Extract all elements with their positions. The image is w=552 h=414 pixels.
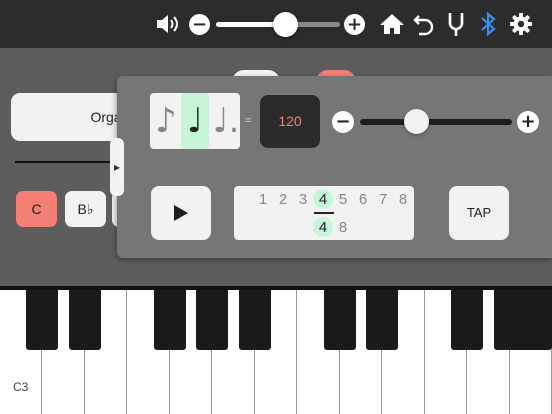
bluetooth-button[interactable] [479, 10, 497, 38]
note-value-selector: ♪ ♩ ♩. [150, 93, 240, 149]
tempo-display[interactable]: 120 [260, 95, 320, 148]
numerator-option[interactable]: 7 [374, 191, 392, 208]
black-key[interactable] [238, 290, 271, 350]
play-icon [174, 205, 188, 221]
undo-icon [413, 15, 434, 36]
tuning-fork-icon [448, 13, 464, 36]
numerator-option[interactable]: 3 [294, 191, 312, 208]
black-key[interactable] [366, 290, 399, 350]
denominator-option[interactable]: 8 [334, 219, 352, 236]
plus-icon: + [344, 13, 365, 35]
black-key[interactable] [68, 290, 101, 350]
speaker-icon[interactable] [155, 10, 182, 38]
bluetooth-icon [481, 11, 496, 37]
top-toolbar: − + [0, 0, 552, 48]
home-icon [380, 14, 404, 34]
volume-down-button[interactable]: − [189, 10, 210, 38]
chevron-right-icon: ▸ [113, 160, 121, 174]
key-button-c[interactable]: C [16, 191, 57, 227]
eighth-note-option[interactable]: ♪ [152, 93, 180, 149]
quarter-note-option[interactable]: ♩ [181, 93, 209, 149]
black-key[interactable] [26, 290, 59, 350]
key-button-b-flat[interactable]: B♭ [65, 191, 106, 227]
black-key[interactable] [323, 290, 356, 350]
time-signature-selector: 12345678 48 [234, 186, 414, 240]
tuner-button[interactable] [446, 10, 466, 38]
dotted-quarter-note-option[interactable]: ♩. [212, 93, 240, 149]
equals-sign: = [245, 115, 252, 127]
minus-icon: − [189, 13, 210, 35]
volume-up-button[interactable]: + [344, 10, 365, 38]
numerator-option[interactable]: 1 [254, 191, 272, 208]
metronome-collapse-handle[interactable]: ▸ [110, 138, 124, 196]
divider [15, 161, 115, 163]
settings-button[interactable] [509, 10, 533, 38]
numerator-option[interactable]: 2 [274, 191, 292, 208]
undo-button[interactable] [413, 10, 435, 38]
play-button[interactable] [151, 186, 211, 240]
numerator-option[interactable]: 5 [334, 191, 352, 208]
tempo-slider[interactable] [360, 119, 512, 125]
denominator-option[interactable]: 4 [314, 219, 332, 236]
numerator-option[interactable]: 4 [314, 191, 332, 208]
numerator-option[interactable]: 8 [394, 191, 412, 208]
tempo-increase-button[interactable]: + [517, 111, 539, 133]
black-key[interactable] [520, 290, 552, 350]
volume-slider-knob[interactable] [273, 12, 299, 37]
numerator-option[interactable]: 6 [354, 191, 372, 208]
black-key[interactable] [196, 290, 229, 350]
time-signature-divider [314, 212, 334, 214]
home-button[interactable] [379, 10, 405, 38]
black-key[interactable] [153, 290, 186, 350]
tempo-decrease-button[interactable]: − [332, 111, 354, 133]
piano-keyboard: C3 [0, 286, 552, 414]
black-key[interactable] [451, 290, 484, 350]
octave-label: C3 [13, 380, 29, 394]
tap-tempo-button[interactable]: TAP [449, 186, 509, 240]
gear-icon [510, 13, 532, 35]
